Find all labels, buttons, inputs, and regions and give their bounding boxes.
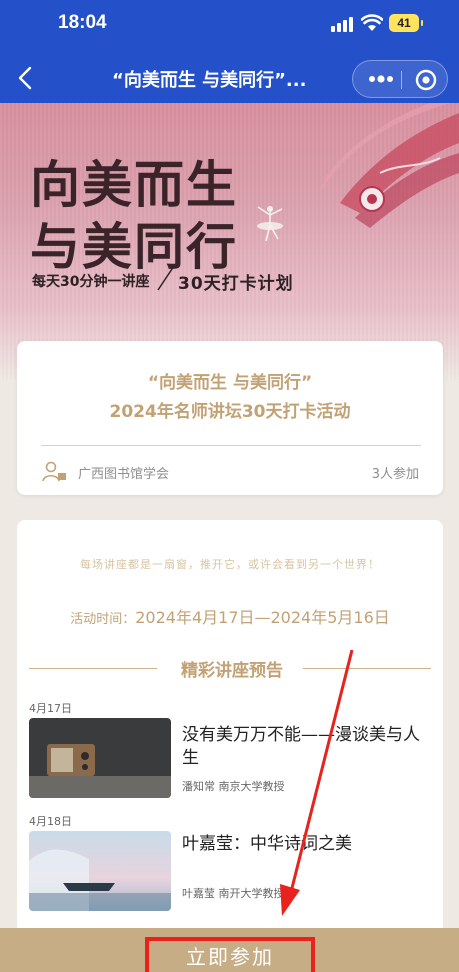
lecture-title: 叶嘉莹：中华诗词之美 (182, 834, 352, 854)
activity-title-line2: 2024年名师讲坛30天打卡活动 (109, 402, 351, 422)
banner-subtitle-right: 30天打卡计划 (178, 274, 294, 294)
more-icon[interactable] (367, 72, 395, 86)
period-label: 活动时间： (70, 612, 136, 627)
activity-title-line1: “向美而生 与美同行” (147, 373, 313, 393)
lecture-speaker: 叶嘉莹 南开大学教授 (182, 887, 285, 900)
feather-decoration (320, 103, 459, 228)
nav-bar: “向美而生 与美同行”... (0, 56, 459, 100)
lecture-thumbnail-radio (29, 718, 171, 798)
lecture-speaker: 潘知常 南京大学教授 (182, 780, 285, 793)
details-card: 每场讲座都是一扇窗，推开它，或许会看到另一个世界！ 活动时间：2024年4月17… (17, 520, 443, 940)
hero-banner: 向美而生 与美同行 每天30分钟一讲座 30天打卡计划 (0, 103, 459, 380)
join-now-button[interactable]: 立即参加 (145, 937, 315, 972)
wifi-icon (361, 14, 383, 31)
close-target-icon[interactable] (415, 69, 437, 91)
banner-subtitle-left: 每天30分钟一讲座 (32, 274, 150, 290)
top-bar: 18:04 41 “向美而生 与美同行”... (0, 0, 459, 103)
bottom-action-bar: 立即参加 (0, 928, 459, 972)
page-title: “向美而生 与美同行”... (112, 70, 307, 91)
back-arrow-icon[interactable] (14, 64, 38, 92)
period-value: 2024年4月17日—2024年5月16日 (135, 608, 390, 627)
signal-icon (331, 17, 353, 32)
lecture-item[interactable]: 4月17日 没有美万万不能——漫谈美与人生 潘知常 南京大学教授 (29, 700, 433, 810)
activity-period: 活动时间：2024年4月17日—2024年5月16日 (17, 604, 443, 628)
organizer-name: 广西图书馆学会 (78, 467, 170, 482)
lecture-date: 4月17日 (29, 702, 72, 715)
capsule-divider (401, 71, 402, 89)
section-line-left (29, 668, 157, 669)
section-title: 精彩讲座预告 (181, 661, 283, 681)
participant-count: 3人参加 (371, 467, 419, 482)
lecture-title: 没有美万万不能——漫谈美与人生 (182, 725, 420, 768)
intro-quote: 每场讲座都是一扇窗，推开它，或许会看到另一个世界！ (80, 558, 380, 571)
slash-divider (157, 265, 175, 291)
activity-card: “向美而生 与美同行” 2024年名师讲坛30天打卡活动 广西图书馆学会 3人参… (17, 341, 443, 495)
battery-icon: 41 (389, 14, 423, 32)
organizer-icon (42, 461, 66, 482)
mini-program-capsule (352, 60, 448, 98)
lecture-thumbnail-boat (29, 831, 171, 911)
divider (41, 445, 421, 446)
dancer-figure (257, 206, 283, 242)
lecture-date: 4月18日 (29, 815, 72, 828)
status-bar: 18:04 41 (0, 10, 459, 38)
lecture-item[interactable]: 4月18日 叶嘉莹：中华诗词之美 叶嘉莹 南开大学教授 (29, 813, 433, 923)
section-line-right (303, 668, 431, 669)
status-time: 18:04 (58, 12, 107, 33)
